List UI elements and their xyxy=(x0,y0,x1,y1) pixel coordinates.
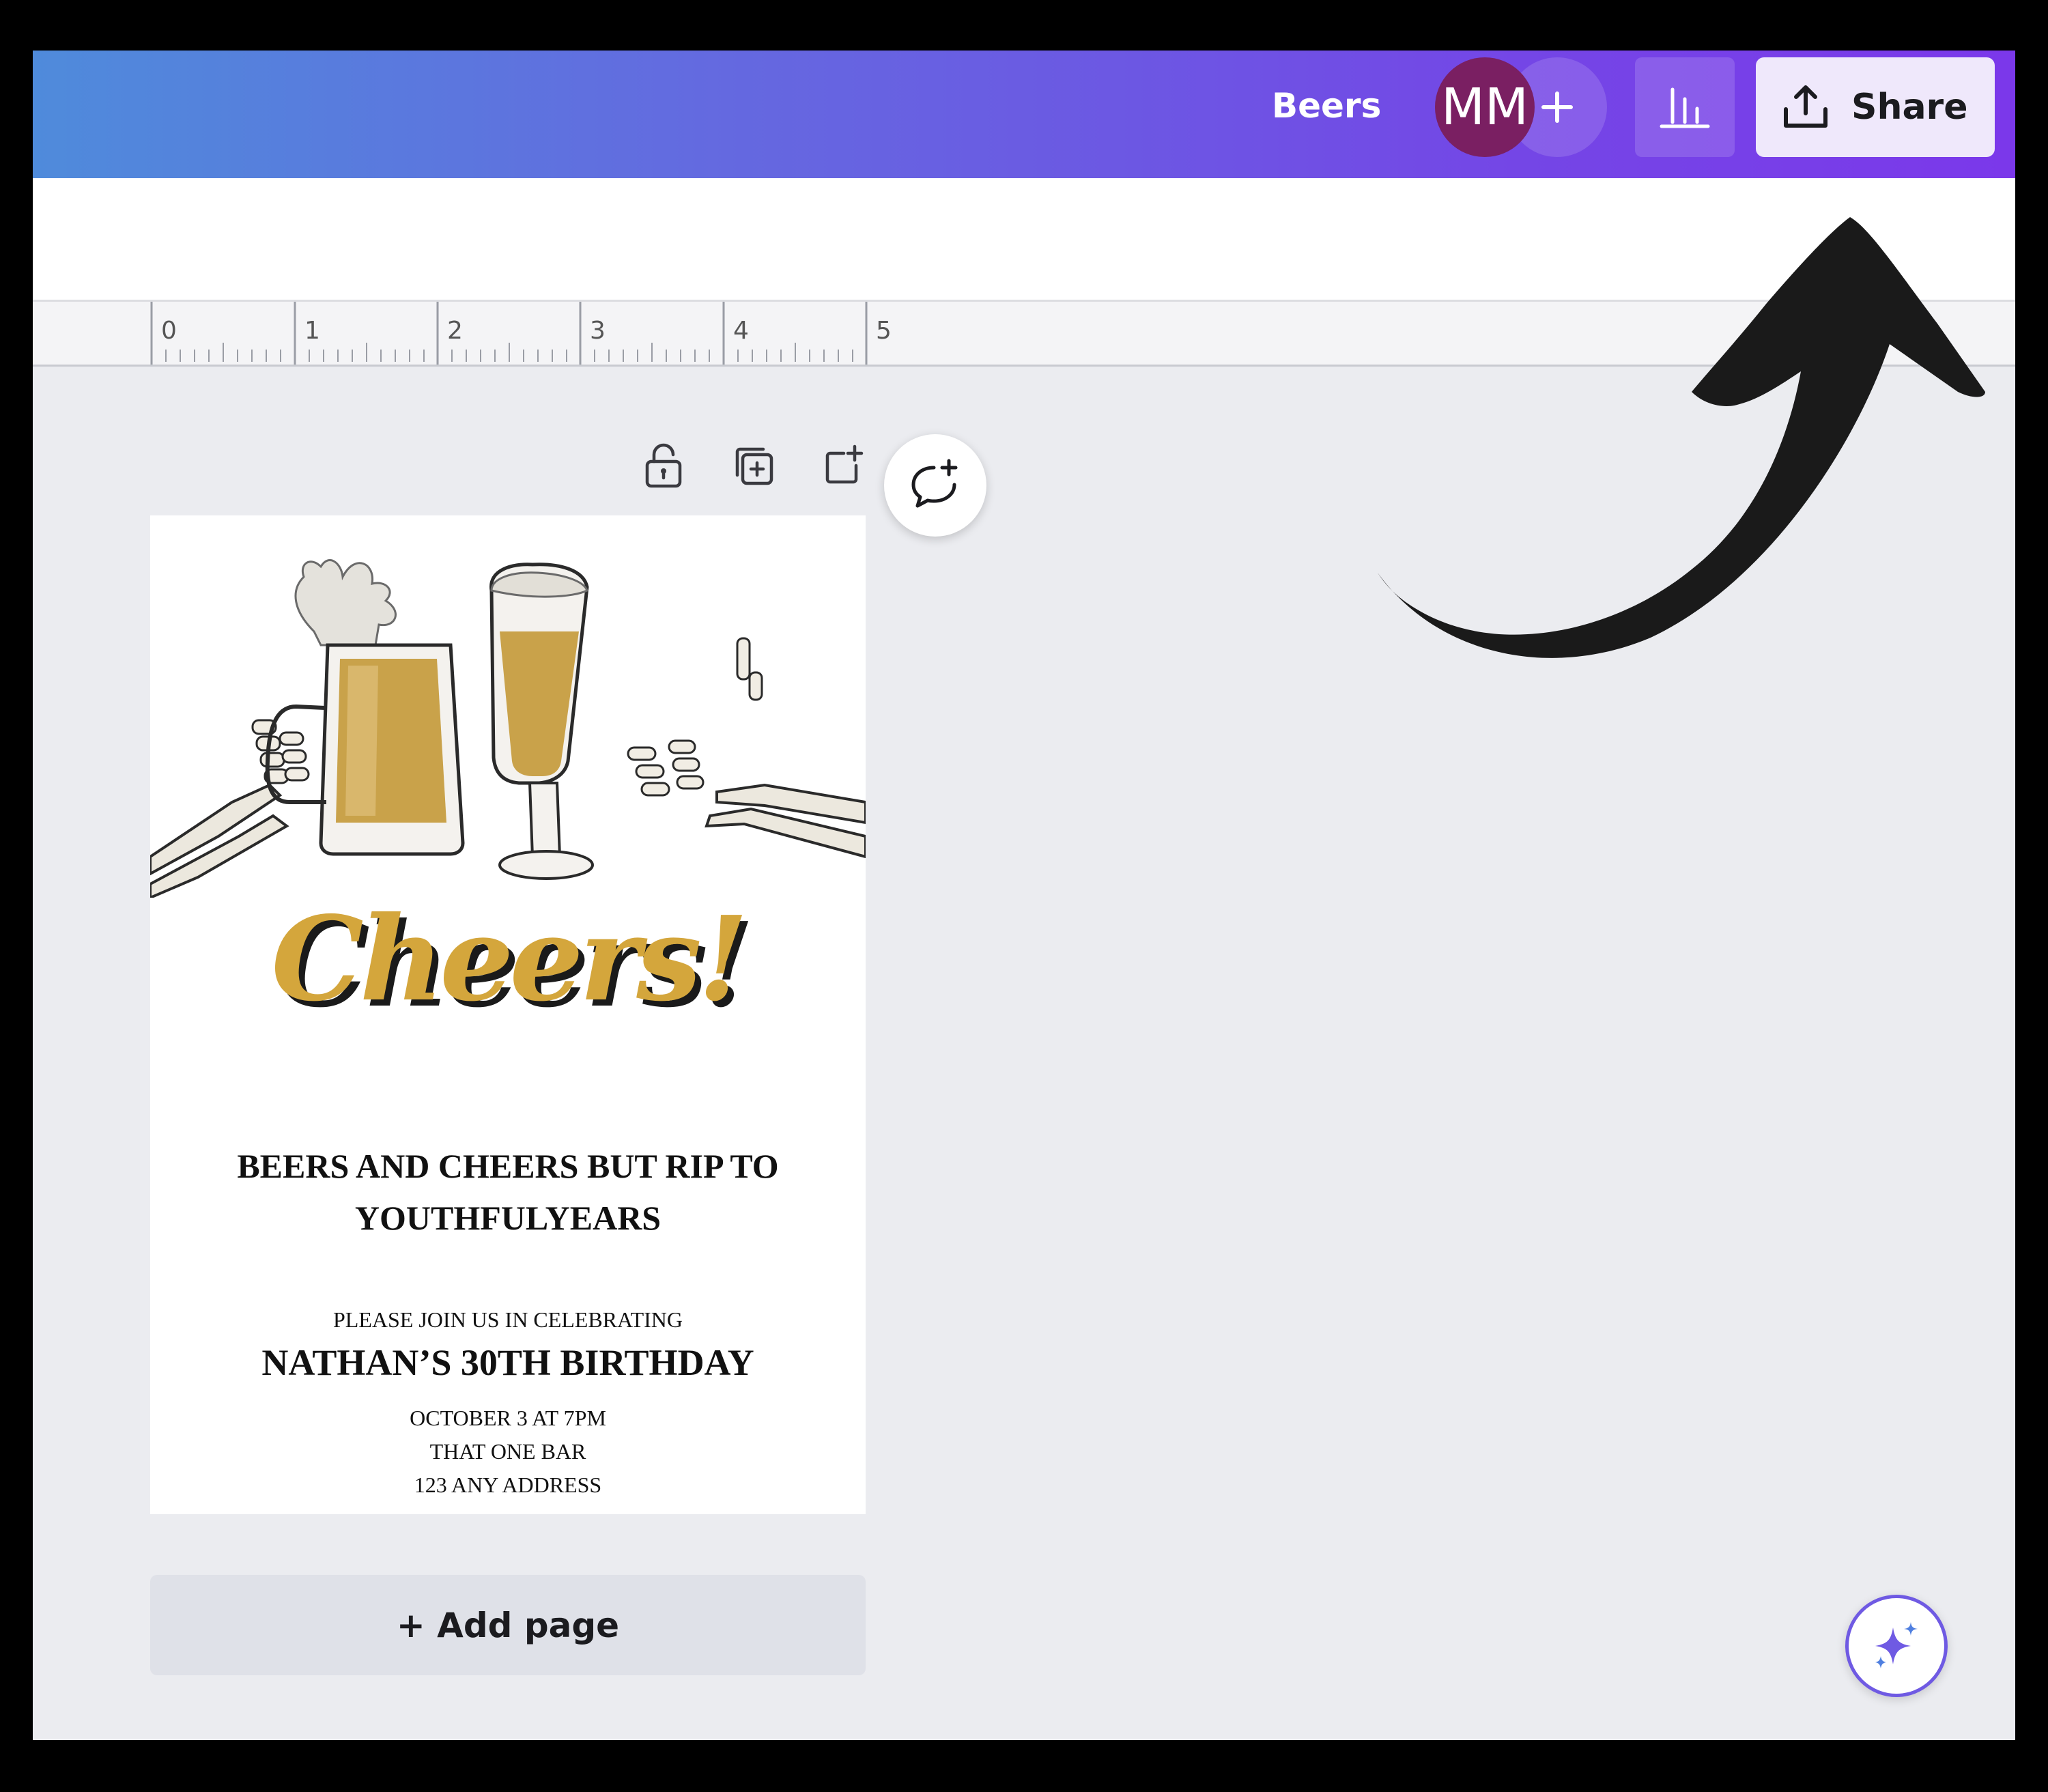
avatar[interactable]: MM xyxy=(1435,57,1535,157)
share-label: Share xyxy=(1851,87,1968,128)
ruler-label: 5 xyxy=(876,317,892,345)
add-page-button[interactable]: + Add page xyxy=(150,1575,866,1675)
plus-icon xyxy=(1541,91,1573,123)
add-comment-button[interactable] xyxy=(884,434,986,537)
share-button[interactable]: Share xyxy=(1756,57,1995,157)
celebrant-name[interactable]: NATHAN’S 30TH BIRTHDAY xyxy=(150,1341,866,1384)
magic-assistant-button[interactable] xyxy=(1845,1595,1948,1697)
cheers-script-title[interactable]: Cheers! xyxy=(150,891,866,1027)
ruler-label: 1 xyxy=(304,317,320,345)
upload-icon xyxy=(1780,82,1831,132)
design-page[interactable]: Cheers! BEERS AND CHEERS BUT RIP TO YOUT… xyxy=(150,515,866,1514)
ruler-label: 3 xyxy=(590,317,606,345)
bar-chart-icon xyxy=(1660,87,1710,128)
sparkle-icon xyxy=(1875,1622,1918,1668)
avatar-initials: MM xyxy=(1441,78,1528,137)
invitation-subheading[interactable]: PLEASE JOIN US IN CELEBRATING xyxy=(150,1307,866,1333)
annotation-arrow xyxy=(1378,217,1985,658)
event-address: 123 ANY ADDRESS xyxy=(414,1473,602,1497)
event-venue: THAT ONE BAR xyxy=(429,1439,586,1464)
editor-window: Beers MM Share 0 1 2 3 4 5 Cheers! BEERS… xyxy=(33,51,2015,1740)
invitation-heading[interactable]: BEERS AND CHEERS BUT RIP TO YOUTHFULYEAR… xyxy=(150,1140,866,1244)
add-comment-icon xyxy=(911,459,958,508)
ruler-label: 2 xyxy=(447,317,463,345)
ruler-label: 0 xyxy=(161,317,177,345)
duplicate-page-icon[interactable] xyxy=(726,438,781,493)
add-page-icon[interactable] xyxy=(816,438,871,493)
analytics-button[interactable] xyxy=(1635,57,1735,157)
lock-icon[interactable] xyxy=(636,438,691,493)
event-details[interactable]: OCTOBER 3 AT 7PM THAT ONE BAR 123 ANY AD… xyxy=(150,1402,866,1502)
heading-line-2: YOUTHFULYEARS xyxy=(354,1199,662,1237)
heading-line-1: BEERS AND CHEERS BUT RIP TO xyxy=(237,1147,779,1185)
ruler-label: 4 xyxy=(733,317,749,345)
document-title[interactable]: Beers xyxy=(1272,86,1381,126)
top-bar: Beers MM Share xyxy=(33,51,2015,178)
event-date: OCTOBER 3 AT 7PM xyxy=(410,1406,606,1430)
skeleton-toast-illustration xyxy=(150,559,866,898)
